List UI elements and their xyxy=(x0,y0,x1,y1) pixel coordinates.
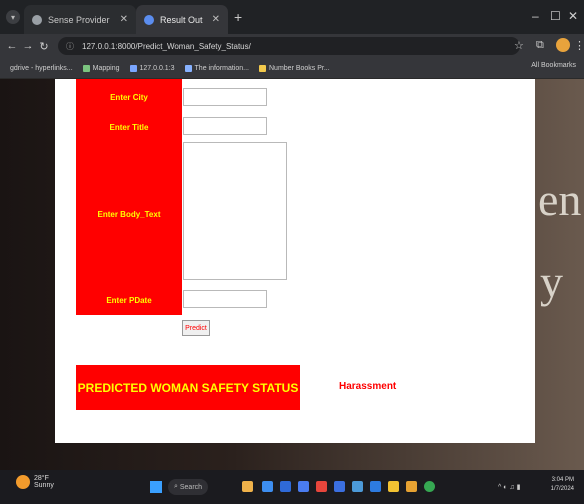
address-bar[interactable]: ⓘ xyxy=(58,37,520,55)
bookmark-item[interactable]: The information... xyxy=(184,64,249,72)
sun-icon xyxy=(16,475,30,489)
bookmark-item[interactable]: Number Books Pr... xyxy=(259,64,330,72)
settings-icon[interactable] xyxy=(370,481,381,492)
pdate-input[interactable] xyxy=(183,290,267,308)
bookmark-item[interactable]: gdrive - hyperlinks... xyxy=(10,65,73,72)
favicon-icon xyxy=(144,14,154,25)
browser-tab[interactable]: Sense Provider ✕ xyxy=(24,5,136,34)
pdate-label: Enter PDate xyxy=(106,296,152,305)
forward-icon[interactable]: → xyxy=(20,40,36,52)
file-explorer-icon[interactable] xyxy=(388,481,399,492)
title-label: Enter Title xyxy=(109,123,149,132)
url-input[interactable] xyxy=(80,40,464,52)
info-icon[interactable]: ⓘ xyxy=(66,41,74,52)
bookmarks-bar: gdrive - hyperlinks... Mapping 127.0.0.1… xyxy=(0,58,584,79)
browser-tab-strip: ▾ Sense Provider ✕ Result Out ✕ + – ☐ ✕ xyxy=(0,0,584,34)
page-viewport: en y Enter City Enter Title Enter Body_T… xyxy=(0,79,584,470)
globe-icon xyxy=(129,64,137,72)
word-icon[interactable] xyxy=(334,481,345,492)
predicted-status-value: Harassment xyxy=(339,381,397,392)
bookmark-label: Number Books Pr... xyxy=(269,64,330,72)
prediction-panel: Enter City Enter Title Enter Body_Text E… xyxy=(55,79,535,443)
edge-icon[interactable] xyxy=(280,481,291,492)
bookmark-label: The information... xyxy=(194,64,249,72)
chrome-icon[interactable] xyxy=(424,481,435,492)
windows-start-icon[interactable] xyxy=(150,481,162,493)
star-icon[interactable]: ☆ xyxy=(514,39,524,52)
background-heading-fragment: y xyxy=(540,256,563,307)
reload-icon[interactable]: ↻ xyxy=(36,40,52,53)
bookmark-label: gdrive - hyperlinks... xyxy=(10,64,73,72)
system-tray-icons[interactable]: ^ ◐ ♫ ▮ xyxy=(498,483,520,491)
clock[interactable]: 3:04 PM 1/7/2024 xyxy=(551,476,574,494)
close-icon[interactable]: ✕ xyxy=(212,14,220,25)
tab-search-icon[interactable]: ▾ xyxy=(6,10,20,24)
tab-title: Result Out xyxy=(160,14,203,25)
background-heading-fragment: en xyxy=(538,174,582,225)
new-tab-button[interactable]: + xyxy=(234,9,242,25)
maximize-icon[interactable]: ☐ xyxy=(550,9,561,23)
page-icon xyxy=(184,64,192,72)
widgets-icon[interactable] xyxy=(242,481,253,492)
form-labels-column: Enter City Enter Title Enter Body_Text E… xyxy=(76,79,182,315)
browser-tab-active[interactable]: Result Out ✕ xyxy=(136,5,228,34)
predict-button[interactable]: Predict xyxy=(182,320,210,336)
tab-title: Sense Provider xyxy=(48,14,110,25)
bookmark-label: Mapping xyxy=(92,64,120,72)
body-text-label: Enter Body_Text xyxy=(97,210,161,219)
app-icon[interactable] xyxy=(316,481,327,492)
back-icon[interactable]: ← xyxy=(4,40,20,52)
bookmark-label: 127.0.0.1:3 xyxy=(139,64,175,72)
minimize-icon[interactable]: – xyxy=(532,9,539,23)
store-icon[interactable] xyxy=(352,481,363,492)
body-text-input[interactable] xyxy=(183,142,287,280)
bookmark-item[interactable]: Mapping xyxy=(82,64,120,72)
close-window-icon[interactable]: ✕ xyxy=(568,9,578,23)
city-label: Enter City xyxy=(110,93,148,102)
favicon-icon xyxy=(32,14,42,25)
title-input[interactable] xyxy=(183,117,267,135)
folder-icon xyxy=(259,64,266,72)
task-view-icon[interactable] xyxy=(262,481,273,492)
profile-avatar[interactable] xyxy=(556,38,570,52)
extensions-icon[interactable]: ⧉ xyxy=(536,39,544,52)
bookmark-item[interactable]: 127.0.0.1:3 xyxy=(129,64,175,72)
predicted-status-heading: PREDICTED WOMAN SAFETY STATUS xyxy=(76,365,300,410)
taskbar: 28°F Sunny ⌕ Search ^ ◐ ♫ ▮ 3:04 PM 1/7/… xyxy=(0,470,584,504)
weather-temp: 28°F xyxy=(34,475,49,482)
map-icon xyxy=(82,64,90,72)
folder-icon[interactable] xyxy=(406,481,417,492)
close-icon[interactable]: ✕ xyxy=(120,14,128,25)
menu-icon[interactable]: ⋮ xyxy=(574,39,584,52)
search-label: Search xyxy=(179,483,203,491)
city-input[interactable] xyxy=(183,88,267,106)
browser-toolbar: ← → ↻ ⓘ ☆ ⧉ ⋮ xyxy=(0,34,584,58)
mail-icon[interactable] xyxy=(298,481,309,492)
weather-desc: Sunny xyxy=(34,482,54,489)
weather-widget[interactable]: 28°F Sunny xyxy=(16,475,54,489)
clock-date: 1/7/2024 xyxy=(550,486,574,492)
all-bookmarks-button[interactable]: All Bookmarks xyxy=(531,62,576,69)
taskbar-search[interactable]: ⌕ Search xyxy=(168,479,208,495)
clock-time: 3:04 PM xyxy=(551,477,574,483)
